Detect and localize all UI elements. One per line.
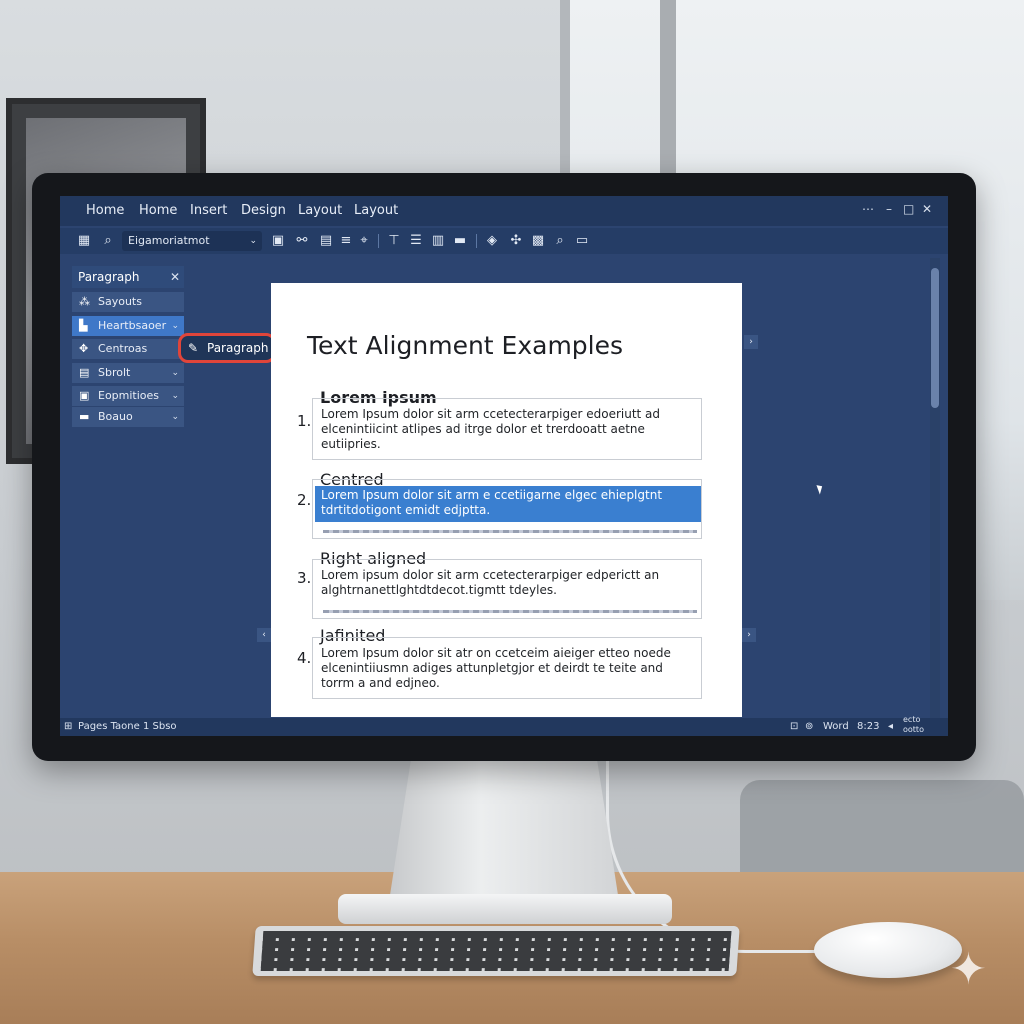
chevron-left-icon[interactable]: ‹ <box>257 628 271 642</box>
header-icon: ▙ <box>79 319 88 332</box>
chat-icon[interactable]: ⊡ <box>790 718 798 736</box>
chevron-down-icon: ⌄ <box>171 391 179 401</box>
paragraph-text: Lorem Ipsum dolor sit arm e ccetiigarne … <box>321 488 663 517</box>
chevron-right-icon[interactable]: › <box>742 628 756 642</box>
toolbar-separator <box>476 234 477 248</box>
mouse-pointer-icon <box>816 483 825 495</box>
monitor-stand-base <box>338 894 672 924</box>
panel-item-label: Boauo <box>98 410 133 423</box>
mouse <box>814 922 962 978</box>
panel-item-label: Centroas <box>98 342 148 355</box>
status-time: 8:23 <box>857 721 880 732</box>
sparkle-icon: ✦ <box>950 944 987 995</box>
panel-item-eopmitioes[interactable]: ▣ Eopmitioes ⌄ <box>72 386 184 406</box>
panel-item-boauo[interactable]: ▬ Boauo ⌄ <box>72 407 184 427</box>
panel-item-heartbsaoer[interactable]: ▙ Heartbsaoer ⌄ <box>72 316 184 336</box>
spelling-underline <box>323 610 697 613</box>
shapes-icon[interactable]: ◈ <box>484 233 500 249</box>
list-icon[interactable]: ≡ <box>338 233 354 249</box>
section-number: 4. <box>297 649 312 667</box>
link-icon[interactable]: ⚯ <box>294 233 310 249</box>
toolbar: ▦ ⌕ Eigamoriatmot ⌄ ▣ ⚯ ▤ ≡ ⌖ ⊤ ☰ ▥ ▬ ◈ … <box>60 228 948 254</box>
format-icon[interactable]: ▥ <box>430 233 446 249</box>
menu-layout[interactable]: Layout <box>298 203 342 218</box>
paragraph-box-selected[interactable]: Lorem Ipsum dolor sit arm e ccetiigarne … <box>312 479 702 539</box>
box-icon: ▬ <box>79 410 90 423</box>
menu-home[interactable]: Home <box>86 203 124 218</box>
panel-item-label: Sayouts <box>98 295 142 308</box>
panel-item-label: Eopmitioes <box>98 389 160 402</box>
paragraph-panel: Paragraph ✕ ⁂ Sayouts ▙ Heartbsaoer ⌄ ✥ … <box>72 266 184 428</box>
panel-item-sbrolt[interactable]: ▤ Sbrolt ⌄ <box>72 363 184 383</box>
chart-icon[interactable]: ✣ <box>508 233 524 249</box>
maximize-button[interactable]: □ <box>903 202 914 216</box>
format-icon: ▣ <box>79 389 90 402</box>
section-number: 2. <box>297 491 312 509</box>
align-icon[interactable]: ⊤ <box>386 233 402 249</box>
minimize-button[interactable]: – <box>886 202 892 216</box>
status-tray-text: ecto ootto <box>903 715 924 734</box>
chevron-down-icon: ⌄ <box>171 412 179 422</box>
chevron-down-icon: ⌄ <box>171 368 179 378</box>
chevron-down-icon: ⌄ <box>249 236 257 246</box>
menu-layout-2[interactable]: Layout <box>354 203 398 218</box>
close-button[interactable]: ✕ <box>922 202 932 216</box>
menu-design[interactable]: Design <box>241 203 286 218</box>
folder-icon[interactable]: ▭ <box>574 233 590 249</box>
document-page[interactable]: Text Alignment Examples 1. Lorem ipsum L… <box>271 283 742 717</box>
toolbar-separator <box>378 234 379 248</box>
table-icon[interactable]: ▦ <box>76 233 92 249</box>
style-select-value: Eigamoriatmot <box>128 234 210 247</box>
section-number: 1. <box>297 412 312 430</box>
panel-title: Paragraph <box>78 270 140 284</box>
panel-header: Paragraph ✕ <box>72 266 184 288</box>
paragraph-text: Lorem Ipsum dolor sit arm ccetecterarpig… <box>321 407 661 451</box>
scroll-icon: ▤ <box>79 366 90 379</box>
status-bar: ⊞ Pages Taone 1 Sbso ⊡ ⊚ Word 8:23 ◂ ect… <box>60 715 948 736</box>
align-left-icon[interactable]: ☰ <box>408 233 424 249</box>
paragraph-box[interactable]: Lorem Ipsum dolor sit arm ccetecterarpig… <box>312 398 702 460</box>
chevron-down-icon: ⌄ <box>171 321 179 331</box>
paragraph-button-label: Paragraph <box>207 341 269 355</box>
pen-icon: ✎ <box>188 341 199 355</box>
paragraph-box[interactable]: Lorem Ipsum dolor sit atr on ccetceim ai… <box>312 637 702 699</box>
find-icon[interactable]: ⌕ <box>552 233 568 249</box>
review-icon[interactable]: ⌖ <box>356 233 372 249</box>
center-icon: ✥ <box>79 342 89 355</box>
microphone-icon[interactable]: ⊚ <box>805 718 813 736</box>
image-icon[interactable]: ▤ <box>318 233 334 249</box>
windows-icon[interactable]: ⊞ <box>64 718 72 736</box>
style-select[interactable]: Eigamoriatmot ⌄ <box>122 231 262 251</box>
panel-item-sayouts[interactable]: ⁂ Sayouts <box>72 292 184 312</box>
window-menu-button[interactable]: ⋯ <box>862 202 874 216</box>
document-title: Text Alignment Examples <box>307 331 624 360</box>
menu-insert[interactable]: Insert <box>190 203 227 218</box>
panel-item-label: Sbrolt <box>98 366 131 379</box>
media-icon[interactable]: ▬ <box>452 233 468 249</box>
paragraph-box[interactable]: Lorem ipsum dolor sit arm ccetecterarpig… <box>312 559 702 619</box>
text-box-icon[interactable]: ▣ <box>270 233 286 249</box>
panel-item-label: Heartbsaoer <box>98 319 167 332</box>
picture-icon[interactable]: ▩ <box>530 233 546 249</box>
search-icon[interactable]: ⌕ <box>100 233 116 249</box>
status-page-info: Pages Taone 1 Sbso <box>78 721 177 732</box>
panel-item-centroas[interactable]: ✥ Centroas <box>72 339 184 359</box>
word-window: Home Home Insert Design Layout Layout ⋯ … <box>60 196 948 736</box>
status-app-name: Word <box>823 721 849 732</box>
vertical-scrollbar[interactable] <box>930 258 940 718</box>
spelling-underline <box>323 530 697 533</box>
menu-home-2[interactable]: Home <box>139 203 177 218</box>
keyboard <box>252 926 740 976</box>
close-icon[interactable]: ✕ <box>170 266 180 288</box>
layout-icon: ⁂ <box>79 295 90 308</box>
monitor-stand <box>388 758 620 908</box>
paragraph-button[interactable]: ✎ Paragraph <box>178 333 276 363</box>
chevron-right-icon[interactable]: › <box>744 335 758 349</box>
paragraph-text: Lorem Ipsum dolor sit atr on ccetceim ai… <box>321 646 671 690</box>
paragraph-text: Lorem ipsum dolor sit arm ccetecterarpig… <box>321 568 660 597</box>
menu-bar: Home Home Insert Design Layout Layout ⋯ … <box>60 196 948 226</box>
volume-icon[interactable]: ◂ <box>888 718 893 736</box>
section-number: 3. <box>297 569 312 587</box>
scrollbar-thumb[interactable] <box>931 268 939 408</box>
